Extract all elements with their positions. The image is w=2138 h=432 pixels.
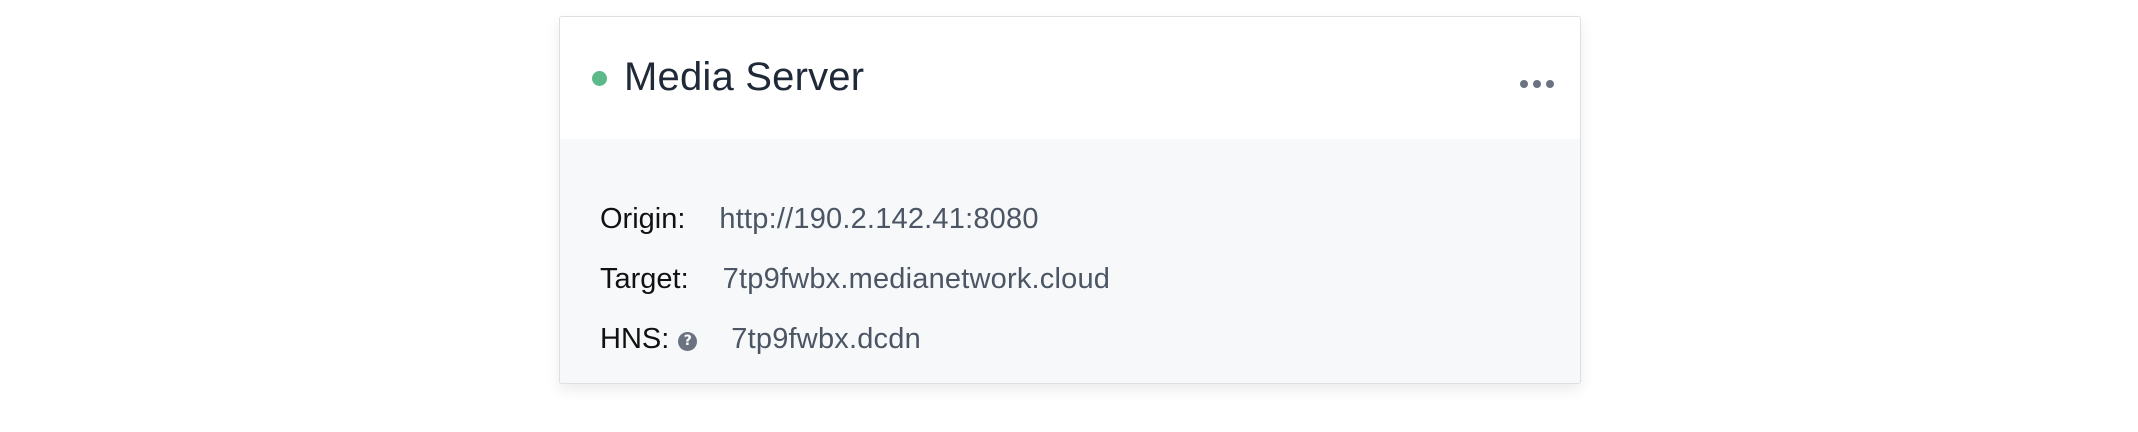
origin-value: http://190.2.142.41:8080 <box>719 202 1039 235</box>
origin-row: Origin: http://190.2.142.41:8080 <box>600 199 1039 239</box>
target-row: Target: 7tp9fwbx.medianetwork.cloud <box>600 259 1110 299</box>
hns-label: HNS: <box>600 322 670 355</box>
target-label: Target: <box>600 262 689 295</box>
ellipsis-icon <box>1533 80 1541 88</box>
more-options-button[interactable] <box>1514 73 1560 95</box>
origin-label: Origin: <box>600 202 686 235</box>
card-body: Origin: http://190.2.142.41:8080 Target:… <box>560 139 1580 383</box>
server-card: Media Server Origin: http://190.2.142.41… <box>559 16 1581 384</box>
ellipsis-icon <box>1520 80 1528 88</box>
card-title: Media Server <box>624 55 865 99</box>
card-header: Media Server <box>560 17 1580 140</box>
target-value: 7tp9fwbx.medianetwork.cloud <box>722 262 1111 295</box>
help-icon[interactable]: ? <box>678 331 698 351</box>
hns-row: HNS: ? 7tp9fwbx.dcdn <box>600 319 921 359</box>
status-indicator <box>592 71 607 86</box>
hns-value: 7tp9fwbx.dcdn <box>731 322 921 355</box>
ellipsis-icon <box>1546 80 1554 88</box>
